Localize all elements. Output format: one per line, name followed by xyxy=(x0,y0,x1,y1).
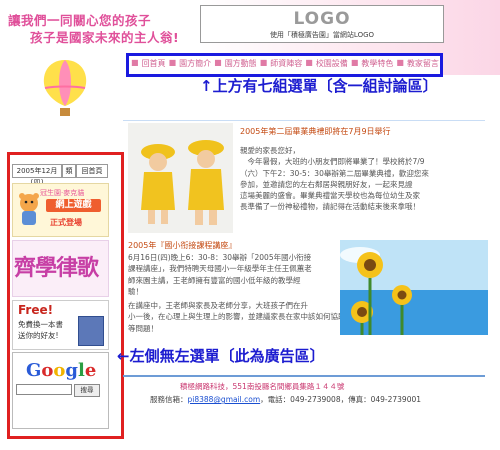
nav-item-news[interactable]: 園方動態 xyxy=(225,58,257,69)
nav-item-home[interactable]: 回首頁 xyxy=(142,58,166,69)
date-display: 2005年12月[四] xyxy=(12,164,62,187)
annotation-left-sidebar: ←左側無左選單〔此為廣告區〕 xyxy=(117,347,325,365)
google-logo: Google xyxy=(26,360,97,381)
book-icon xyxy=(78,316,104,346)
nav-bullet: ■ xyxy=(168,58,177,67)
article-line: 親愛的家長您好， xyxy=(240,146,300,155)
ad-song-title: 齊學律歌 xyxy=(14,256,99,281)
annotation-top-menu: ↑上方有七組選單〔含一組討論區〕 xyxy=(200,77,438,95)
article-line: 課程講座」，我們特聘天母國小一年級學年主任王佩蕙老 xyxy=(128,264,312,274)
article-title[interactable]: 2005年第二屆畢業典禮即將在7月9日舉行 xyxy=(240,126,391,137)
logo-box[interactable]: LOGO 使用「積極廣告園」當網站LOGO xyxy=(200,5,444,43)
footer-address: 積極網路科技，551南投縣名間鄉員集路１４４號 xyxy=(180,382,345,391)
article-line: 師來園主講，王老師擁有豐富的國小低年級的教學經 xyxy=(128,275,301,285)
bookmark-button[interactable]: 類 xyxy=(62,164,76,178)
footer-mail-label: 服務信箱： xyxy=(150,395,188,404)
article-line: 今年暑假，大班的小朋友們即將畢業了！學校將於7/9 xyxy=(240,157,425,167)
nav-bullet: ■ xyxy=(396,58,404,67)
ad-free-title: Free! xyxy=(18,303,54,317)
nav-bullet: ■ xyxy=(131,58,139,67)
sunflower-illustration xyxy=(340,240,488,335)
ad-free-line-2: 送你的好友! xyxy=(18,331,59,340)
nav-item-features[interactable]: 教學特色 xyxy=(361,58,393,69)
article-line: 驗！ xyxy=(128,286,143,296)
footer-divider xyxy=(123,375,485,377)
nav-bullet: ■ xyxy=(214,58,222,67)
logo-subtext: 使用「積極廣告園」當網站LOGO xyxy=(269,31,375,39)
nav-item-about[interactable]: 園方簡介 xyxy=(179,58,211,69)
ad-game-tagline: 正式登場 xyxy=(50,218,82,227)
footer-email-link[interactable]: pi8388@gmail.com xyxy=(188,395,261,404)
article-body: 親愛的家長您好， 今年暑假，大班的小朋友們即將畢業了！學校將於7/9 （六）下午… xyxy=(240,145,429,213)
article-line: （六）下午2：30-5：30舉辦第二屆畢業典禮，歡迎您來 xyxy=(240,168,429,178)
content-divider xyxy=(123,120,485,121)
nav-item-teachers[interactable]: 師資陣容 xyxy=(270,58,302,69)
cartoon-cat-icon xyxy=(19,193,39,225)
google-search-input[interactable] xyxy=(16,384,72,395)
ad-free-line-1: 免費換一本書 xyxy=(18,320,63,329)
home-button[interactable]: 回首頁 xyxy=(76,164,108,178)
nav-bullet: ■ xyxy=(305,58,313,67)
article-line: 6月16日(四)晚上6：30-8：30舉辦「2005年國小衔接 xyxy=(128,253,312,262)
nav-bullet: ■ xyxy=(259,58,268,67)
logo-text: LOGO xyxy=(293,9,351,29)
child-figure-icon xyxy=(188,140,224,225)
nav-bullet: ■ xyxy=(350,58,359,67)
child-figure-icon xyxy=(141,144,175,224)
article-title[interactable]: 2005年『國小衔接課程講座』 xyxy=(128,240,236,251)
nav-item-facilities[interactable]: 校園設備 xyxy=(316,58,348,69)
article-line: 這場美麗的盛會。畢業典禮當天學校也為每位幼生及家 xyxy=(240,191,420,201)
top-nav: ■ 回首頁 ■ 園方簡介 ■ 園方動態 ■ 師資陣容 ■ 校園設備 ■ 教學特色… xyxy=(131,58,439,69)
hot-air-balloon-icon xyxy=(43,60,87,116)
article-line: 參加，並邀請您的左右鄰居與親朋好友，一起來見證 xyxy=(240,179,413,189)
footer-phone-fax: ，電話：049-2739008，傳真：049-2739001 xyxy=(260,395,422,404)
article-body: 6月16日(四)晚上6：30-8：30舉辦「2005年國小衔接 課程講座」，我們… xyxy=(128,252,312,297)
footer-contact: 服務信箱：pi8388@gmail.com，電話：049-2739008，傳真：… xyxy=(150,394,421,405)
google-search-button[interactable]: 搜尋 xyxy=(74,384,100,397)
nav-item-guestbook[interactable]: 教家留言 xyxy=(407,58,439,69)
article-line: 長準備了一份神秘禮物，請記得在活動結束後來拿哦！ xyxy=(240,202,420,212)
ad-game-brand: 冠生園·麥克貓 xyxy=(40,189,85,197)
slogan-line-2: 孩子是國家未來的主人翁! xyxy=(30,30,180,45)
ad-game-headline: 網上遊戲 xyxy=(46,199,101,212)
